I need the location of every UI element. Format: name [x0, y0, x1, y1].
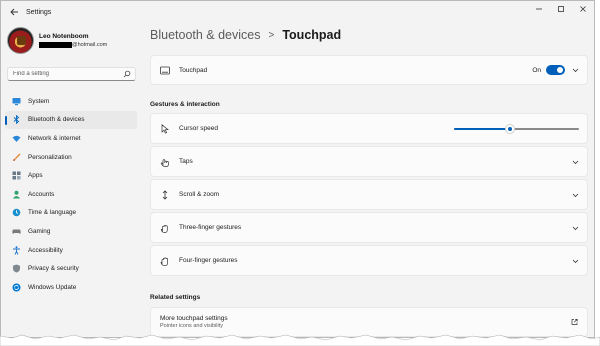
minimize-icon [536, 8, 542, 10]
maximize-button[interactable] [550, 1, 572, 17]
sidebar-item-accessibility[interactable]: Accessibility [5, 241, 137, 260]
torn-edge-decoration [0, 334, 600, 346]
close-button[interactable] [572, 1, 594, 17]
sidebar-item-label: Accounts [28, 190, 55, 198]
three-finger-card[interactable]: Three-finger gestures [150, 212, 588, 243]
sidebar-item-label: Apps [28, 172, 43, 180]
slider-thumb[interactable] [505, 123, 516, 134]
maximize-icon [558, 6, 564, 12]
close-icon [580, 6, 586, 12]
sidebar-item-label: System [28, 97, 50, 105]
chevron-down-icon[interactable] [572, 224, 579, 231]
sidebar-item-time-language[interactable]: Time & language [5, 204, 137, 223]
taps-card[interactable]: Taps [150, 146, 588, 177]
related-subtitle: Pointer icons and visibility [160, 323, 223, 329]
scroll-zoom-label: Scroll & zoom [179, 191, 220, 198]
bluetooth-icon [12, 115, 21, 125]
chevron-down-icon[interactable] [572, 257, 579, 264]
sidebar-item-windows-update[interactable]: Windows Update [5, 278, 137, 297]
touchpad-toggle-group: On [532, 65, 565, 75]
minimize-button[interactable] [528, 1, 550, 17]
globe-clock-icon [12, 208, 21, 217]
three-finger-icon [160, 223, 170, 233]
page-title: Touchpad [282, 28, 342, 42]
email-redaction [39, 42, 72, 48]
gamepad-icon [12, 227, 21, 236]
sidebar-item-personalization[interactable]: Personalization [5, 148, 137, 167]
update-icon [12, 283, 21, 292]
sidebar: Leo Notenboom @hotmail.com System Blueto… [1, 23, 141, 337]
cursor-speed-card: Cursor speed [150, 113, 588, 144]
sidebar-item-label: Time & language [28, 209, 77, 217]
search-icon[interactable] [123, 70, 131, 78]
window-controls [528, 1, 594, 17]
search-input[interactable] [8, 68, 118, 80]
touchpad-toggle[interactable] [546, 65, 565, 75]
sidebar-item-label: Windows Update [28, 283, 77, 291]
touchpad-label: Touchpad [179, 66, 208, 74]
touchpad-icon [160, 65, 170, 75]
sidebar-item-label: Gaming [28, 227, 51, 235]
app-title: Settings [26, 8, 52, 16]
accessibility-icon [12, 245, 21, 255]
external-link-icon[interactable] [571, 318, 578, 326]
cursor-speed-slider[interactable] [454, 123, 579, 134]
search-box [7, 67, 136, 81]
touchpad-card[interactable]: Touchpad On [150, 55, 588, 85]
three-finger-label: Three-finger gestures [179, 224, 242, 231]
sidebar-item-network[interactable]: Network & internet [5, 129, 137, 148]
cursor-speed-label: Cursor speed [179, 125, 219, 132]
chevron-down-icon[interactable] [572, 67, 579, 74]
title-bar: Settings [1, 1, 594, 23]
settings-window: Settings Leo Notenboom @hotmail.com Find… [0, 0, 595, 338]
email-domain: @hotmail.com [72, 42, 108, 48]
scroll-icon [160, 189, 170, 200]
four-finger-card[interactable]: Four-finger gestures [150, 245, 588, 276]
profile-email: @hotmail.com [39, 42, 107, 48]
main-content: Bluetooth & devices > Touchpad Touchpad … [150, 23, 588, 337]
cursor-icon [160, 123, 170, 134]
sidebar-item-label: Privacy & security [28, 265, 79, 273]
four-finger-label: Four-finger gestures [179, 257, 238, 264]
back-arrow-icon [9, 8, 18, 16]
taps-label: Taps [179, 158, 193, 165]
sidebar-item-apps[interactable]: Apps [5, 166, 137, 185]
section-heading-gestures: Gestures & interaction [150, 101, 220, 108]
sidebar-item-label: Bluetooth & devices [28, 116, 85, 124]
sidebar-item-accounts[interactable]: Accounts [5, 185, 137, 204]
four-finger-icon [160, 256, 170, 266]
related-title: More touchpad settings [160, 315, 228, 322]
back-button[interactable] [4, 3, 24, 21]
breadcrumb-parent[interactable]: Bluetooth & devices [150, 28, 261, 42]
user-profile[interactable]: Leo Notenboom @hotmail.com [7, 27, 107, 54]
brush-icon [12, 153, 21, 162]
wifi-icon [12, 134, 21, 143]
sidebar-item-privacy[interactable]: Privacy & security [5, 259, 137, 278]
sidebar-item-label: Personalization [28, 153, 72, 161]
sidebar-item-label: Accessibility [28, 246, 63, 254]
profile-name: Leo Notenboom [39, 33, 89, 40]
apps-icon [12, 171, 21, 180]
system-icon [12, 97, 21, 106]
shield-icon [12, 264, 21, 273]
scroll-zoom-card[interactable]: Scroll & zoom [150, 179, 588, 210]
chevron-down-icon[interactable] [572, 191, 579, 198]
sidebar-item-bluetooth[interactable]: Bluetooth & devices [5, 110, 137, 130]
sidebar-item-system[interactable]: System [5, 92, 137, 111]
sidebar-nav: System Bluetooth & devices Network & int… [5, 92, 137, 297]
sidebar-item-gaming[interactable]: Gaming [5, 222, 137, 241]
sidebar-item-label: Network & internet [28, 134, 81, 142]
avatar [7, 27, 34, 54]
person-icon [12, 190, 21, 199]
taps-icon [160, 157, 170, 167]
chevron-down-icon[interactable] [572, 158, 579, 165]
breadcrumb: Bluetooth & devices > Touchpad [150, 23, 588, 47]
breadcrumb-separator: > [268, 29, 275, 41]
section-heading-related: Related settings [150, 294, 201, 301]
toggle-state-label: On [532, 66, 541, 74]
